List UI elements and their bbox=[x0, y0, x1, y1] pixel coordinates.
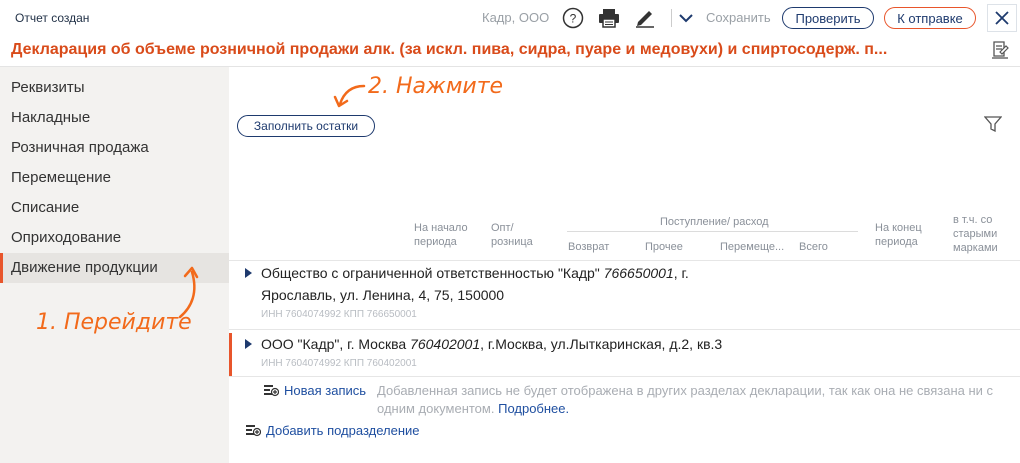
send-button[interactable]: К отправке bbox=[884, 7, 976, 29]
col-transfer: Перемеще... bbox=[720, 241, 785, 253]
col-start-period-line1: На начало bbox=[414, 222, 468, 234]
add-division-link[interactable]: Добавить подразделение bbox=[266, 423, 420, 438]
col-other: Прочее bbox=[645, 241, 683, 253]
page-title: Декларация об объеме розничной продажи а… bbox=[11, 41, 888, 58]
top-bar: Отчет создан Кадр, ООО ? Сохранить Прове… bbox=[0, 0, 1020, 36]
row-name-suffix: , г.Москва, ул.Лыткаринская, д.2, кв.3 bbox=[480, 336, 723, 352]
col-total: Всего bbox=[799, 241, 828, 253]
sidebar-active-marker bbox=[0, 253, 3, 283]
row-title: Общество с ограниченной ответственностью… bbox=[261, 262, 821, 284]
sidebar-item-write-off[interactable]: Списание bbox=[11, 199, 79, 216]
table-row[interactable]: ООО "Кадр", г. Москва 760402001, г.Москв… bbox=[261, 333, 861, 355]
new-record-note-text: Добавленная запись не будет отображена в… bbox=[377, 383, 994, 416]
row-divider bbox=[229, 329, 1020, 330]
annotation-step-1: 1. Перейдите bbox=[36, 310, 192, 335]
annotation-step-2: 2. Нажмите bbox=[368, 74, 504, 99]
filter-icon[interactable] bbox=[983, 116, 1003, 137]
col-old-marks-line1: в т.ч. со bbox=[953, 214, 993, 226]
table-row[interactable]: Общество с ограниченной ответственностью… bbox=[261, 262, 821, 306]
row-title: ООО "Кадр", г. Москва 760402001, г.Москв… bbox=[261, 333, 861, 355]
close-icon bbox=[995, 11, 1009, 25]
sidebar-item-retail-sale[interactable]: Розничная продажа bbox=[11, 139, 149, 156]
more-info-link[interactable]: Подробнее. bbox=[498, 401, 569, 416]
chevron-down-icon[interactable] bbox=[674, 6, 698, 30]
check-button[interactable]: Проверить bbox=[782, 7, 874, 29]
col-end-period-line1: На конец bbox=[875, 222, 922, 234]
report-status: Отчет создан bbox=[15, 11, 90, 25]
col-start-period-line2: периода bbox=[414, 236, 457, 248]
row-name: Общество с ограниченной ответственностью… bbox=[261, 265, 604, 281]
expand-row-icon[interactable] bbox=[245, 339, 252, 349]
add-division-icon[interactable] bbox=[245, 423, 261, 437]
col-start-period: На начало периода bbox=[414, 221, 468, 249]
col-old-marks-line3: марками bbox=[953, 242, 998, 254]
col-wholesale-retail-line1: Опт/ bbox=[491, 222, 514, 234]
organization-name[interactable]: Кадр, ООО bbox=[482, 10, 549, 25]
sidebar-item-product-movement[interactable]: Движение продукции bbox=[11, 259, 158, 276]
header-row-divider bbox=[229, 260, 1020, 261]
sidebar-item-requisites[interactable]: Реквизиты bbox=[11, 79, 85, 96]
new-record-link[interactable]: Новая запись bbox=[284, 383, 366, 398]
svg-text:?: ? bbox=[570, 12, 577, 26]
row-name-suffix: , г. bbox=[673, 265, 689, 281]
col-end-period-line2: периода bbox=[875, 236, 918, 248]
help-icon[interactable]: ? bbox=[561, 6, 585, 30]
row-address: Ярославль, ул. Ленина, 4, 75, 150000 bbox=[261, 287, 505, 303]
fill-balances-button[interactable]: Заполнить остатки bbox=[237, 115, 375, 137]
add-record-icon[interactable] bbox=[263, 383, 279, 397]
sign-icon[interactable] bbox=[633, 6, 657, 30]
toolbar-divider bbox=[671, 9, 672, 27]
expand-row-icon[interactable] bbox=[245, 268, 252, 278]
sidebar-item-transfer[interactable]: Перемещение bbox=[11, 169, 111, 186]
col-end-period: На конец периода bbox=[875, 221, 922, 249]
new-record-note: Добавленная запись не будет отображена в… bbox=[377, 382, 1017, 418]
sidebar-item-posting[interactable]: Оприходование bbox=[11, 229, 121, 246]
col-group-income-expense: Поступление/ расход bbox=[660, 216, 769, 228]
row-inn-kpp: ИНН 7604074992 КПП 766650001 bbox=[261, 309, 417, 320]
sidebar-item-invoices[interactable]: Накладные bbox=[11, 109, 90, 126]
row-kpp: 760402001 bbox=[410, 336, 481, 352]
col-wholesale-retail-line2: розница bbox=[491, 236, 533, 248]
print-icon[interactable] bbox=[597, 6, 621, 30]
col-group-divider bbox=[567, 231, 858, 232]
row-divider bbox=[229, 376, 1020, 377]
col-old-marks: в т.ч. со старыми марками bbox=[953, 213, 998, 255]
document-edit-icon[interactable] bbox=[990, 40, 1010, 65]
col-old-marks-line2: старыми bbox=[953, 228, 998, 240]
annotation-arrow-down-icon bbox=[333, 84, 366, 108]
row-name: ООО "Кадр", г. Москва bbox=[261, 336, 411, 352]
close-button[interactable] bbox=[987, 4, 1017, 32]
save-button[interactable]: Сохранить bbox=[706, 10, 771, 25]
col-return: Возврат bbox=[568, 241, 610, 253]
row-kpp: 766650001 bbox=[603, 265, 674, 281]
row-inn-kpp: ИНН 7604074992 КПП 760402001 bbox=[261, 358, 417, 369]
row-selected-marker bbox=[229, 333, 232, 376]
col-wholesale-retail: Опт/ розница bbox=[491, 221, 533, 249]
